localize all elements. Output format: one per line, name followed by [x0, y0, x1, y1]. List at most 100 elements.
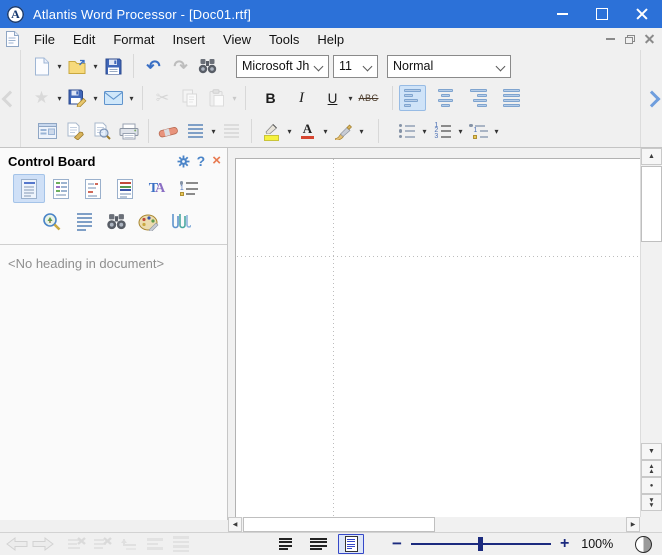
- align-left-button[interactable]: [399, 85, 426, 111]
- numbered-list-button[interactable]: 1 2 3: [429, 118, 456, 144]
- style-combobox[interactable]: Normal: [387, 55, 511, 78]
- print-layout-view-button[interactable]: [338, 534, 364, 554]
- multilevel-list-dropdown[interactable]: ▾: [492, 127, 501, 136]
- paste-button[interactable]: [203, 85, 230, 111]
- menu-view[interactable]: View: [214, 30, 260, 49]
- headings-pane-button[interactable]: [13, 174, 45, 203]
- zoom-slider-thumb[interactable]: [478, 537, 483, 551]
- menu-insert[interactable]: Insert: [164, 30, 215, 49]
- contrast-toggle-button[interactable]: [635, 536, 652, 553]
- find-button[interactable]: [194, 53, 221, 79]
- line-spacing-dropdown[interactable]: ▾: [209, 127, 218, 136]
- scroll-down-button[interactable]: ▼: [641, 443, 662, 460]
- email-dropdown[interactable]: ▾: [127, 94, 136, 103]
- document-page[interactable]: [235, 158, 640, 517]
- redo-button[interactable]: ↷: [167, 53, 194, 79]
- vertical-scroll-thumb[interactable]: [641, 166, 662, 242]
- previous-page-button[interactable]: ▲▲: [641, 460, 662, 477]
- navigate-back-button[interactable]: [4, 535, 30, 553]
- line-numbering-button[interactable]: [218, 118, 245, 144]
- horizontal-scrollbar[interactable]: ◀ ▶: [228, 517, 640, 532]
- close-button[interactable]: [622, 0, 662, 28]
- outline-pane-button[interactable]: [45, 174, 77, 203]
- numbered-list-dropdown[interactable]: ▾: [456, 127, 465, 136]
- font-color-dropdown[interactable]: ▾: [321, 127, 330, 136]
- italic-button[interactable]: I: [288, 85, 315, 111]
- font-size-combobox[interactable]: 11: [333, 55, 378, 78]
- bullet-list-button[interactable]: [393, 118, 420, 144]
- toolbar-expand-button[interactable]: [640, 50, 662, 147]
- next-page-button[interactable]: ▼▼: [641, 494, 662, 511]
- print-button[interactable]: [115, 118, 142, 144]
- save-button[interactable]: [100, 53, 127, 79]
- multilevel-list-button[interactable]: 1: [465, 118, 492, 144]
- copy-button[interactable]: [176, 85, 203, 111]
- mdi-restore-button[interactable]: [625, 35, 635, 44]
- page-setup-button[interactable]: [34, 118, 61, 144]
- maximize-button[interactable]: [582, 0, 622, 28]
- save-as-dropdown[interactable]: ▾: [91, 94, 100, 103]
- underline-button[interactable]: U: [319, 85, 346, 111]
- draft-view-button[interactable]: [272, 534, 298, 554]
- email-button[interactable]: [100, 85, 127, 111]
- zoom-pane-button[interactable]: [36, 207, 68, 236]
- highlight-button[interactable]: [258, 118, 285, 144]
- fonts-pane-button[interactable]: TA: [141, 174, 173, 203]
- align-right-button[interactable]: [465, 85, 492, 111]
- menu-tools[interactable]: Tools: [260, 30, 308, 49]
- mdi-minimize-button[interactable]: [606, 38, 615, 40]
- scroll-up-button[interactable]: ▲: [641, 148, 662, 165]
- print-preview-button[interactable]: [88, 118, 115, 144]
- highlight-dropdown[interactable]: ▾: [285, 127, 294, 136]
- font-name-combobox[interactable]: Microsoft Jh: [236, 55, 329, 78]
- underline-dropdown[interactable]: ▾: [346, 94, 355, 103]
- web-view-button[interactable]: [305, 534, 331, 554]
- control-board-settings-button[interactable]: [177, 155, 190, 168]
- find-pane-button[interactable]: [100, 207, 132, 236]
- bold-button[interactable]: B: [257, 85, 284, 111]
- lists-pane-button[interactable]: 1: [173, 174, 205, 203]
- remove-marker-button[interactable]: [64, 535, 90, 553]
- menu-edit[interactable]: Edit: [64, 30, 104, 49]
- font-color-button[interactable]: A: [294, 118, 321, 144]
- fields-pane-button[interactable]: [77, 174, 109, 203]
- mdi-close-button[interactable]: [645, 35, 654, 44]
- strikethrough-button[interactable]: ABC: [355, 85, 382, 111]
- favorites-dropdown[interactable]: ▾: [55, 94, 64, 103]
- eraser-button[interactable]: [155, 118, 182, 144]
- document-options-button[interactable]: [61, 118, 88, 144]
- menu-file[interactable]: File: [25, 30, 64, 49]
- goto-marker-button[interactable]: [116, 535, 142, 553]
- paragraph-pane-button[interactable]: [68, 207, 100, 236]
- scroll-right-button[interactable]: ▶: [626, 517, 640, 532]
- zoom-in-button[interactable]: +: [560, 535, 569, 553]
- justify-button[interactable]: [498, 85, 525, 111]
- select-browse-object-button[interactable]: ●: [641, 477, 662, 494]
- menu-format[interactable]: Format: [104, 30, 163, 49]
- text-block-button[interactable]: [168, 535, 194, 553]
- line-spacing-button[interactable]: [182, 118, 209, 144]
- clips-pane-button[interactable]: [164, 207, 196, 236]
- vertical-scrollbar[interactable]: ▲ ▼ ▲▲ ● ▼▼: [640, 148, 662, 517]
- open-dropdown[interactable]: ▾: [91, 62, 100, 71]
- format-painter-button[interactable]: [330, 118, 357, 144]
- save-as-button[interactable]: [64, 85, 91, 111]
- scroll-left-button[interactable]: ◀: [228, 517, 242, 532]
- colors-pane-button[interactable]: [132, 207, 164, 236]
- favorites-button[interactable]: ★: [28, 85, 55, 111]
- bullet-list-dropdown[interactable]: ▾: [420, 127, 429, 136]
- navigate-forward-button[interactable]: [30, 535, 56, 553]
- align-center-button[interactable]: [432, 85, 459, 111]
- styles-pane-button[interactable]: [109, 174, 141, 203]
- open-button[interactable]: [64, 53, 91, 79]
- zoom-slider[interactable]: [411, 537, 551, 551]
- minimize-button[interactable]: [542, 0, 582, 28]
- paste-dropdown[interactable]: ▾: [230, 94, 239, 103]
- format-painter-dropdown[interactable]: ▾: [357, 127, 366, 136]
- control-board-help-button[interactable]: ?: [197, 153, 206, 169]
- paragraph-marks-button[interactable]: [142, 535, 168, 553]
- remove-all-markers-button[interactable]: [90, 535, 116, 553]
- new-document-dropdown[interactable]: ▾: [55, 62, 64, 71]
- cut-button[interactable]: ✂: [149, 85, 176, 111]
- zoom-out-button[interactable]: −: [392, 534, 402, 554]
